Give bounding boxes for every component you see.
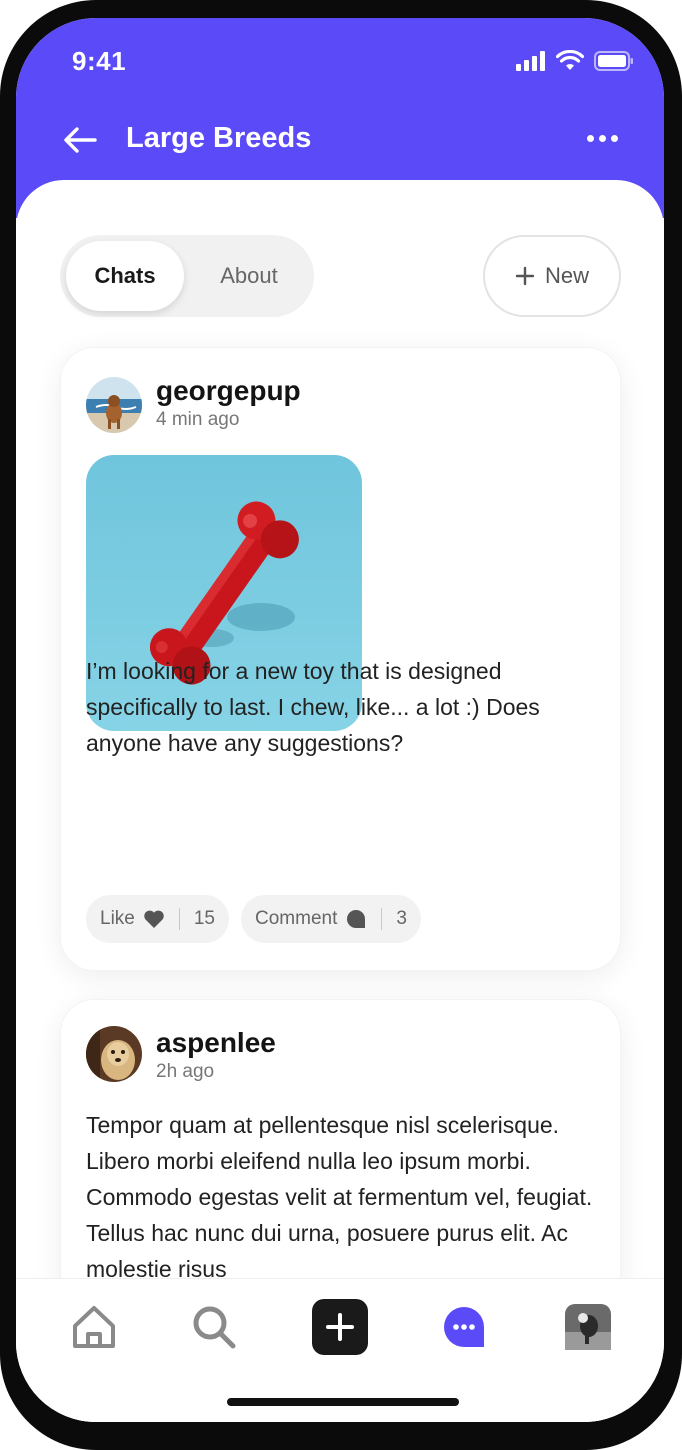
- tab-home[interactable]: [66, 1299, 122, 1355]
- avatar[interactable]: [86, 377, 142, 433]
- profile-avatar: [565, 1304, 611, 1350]
- back-arrow-icon: [64, 127, 97, 153]
- screen: 9:41 Large Breeds Chats About New george…: [16, 18, 664, 1422]
- tab-chats[interactable]: Chats: [66, 241, 184, 311]
- content-area: Chats About New georgepup 4 min ago I’m …: [16, 180, 664, 1422]
- like-button[interactable]: Like 15: [86, 895, 229, 943]
- new-button-label: New: [544, 263, 589, 288]
- like-count: 15: [193, 908, 215, 929]
- home-indicator: [227, 1398, 459, 1406]
- back-button[interactable]: [60, 120, 100, 160]
- post-text: Tempor quam at pellentesque nisl sceleri…: [86, 1112, 593, 1282]
- new-post-button[interactable]: New: [483, 235, 621, 317]
- comment-bubble-icon: [347, 910, 366, 928]
- home-icon: [73, 1306, 115, 1348]
- post-username[interactable]: aspenlee: [156, 1027, 276, 1059]
- phone-frame: 9:41 Large Breeds Chats About New george…: [0, 0, 682, 1450]
- battery-icon: [594, 50, 633, 71]
- post-username[interactable]: georgepup: [156, 375, 301, 407]
- heart-icon: [144, 910, 164, 928]
- tab-about[interactable]: About: [190, 241, 308, 311]
- signal-icon: [516, 50, 545, 71]
- like-label: Like: [100, 908, 135, 929]
- wifi-icon: [556, 50, 584, 70]
- more-dot-icon: [586, 134, 594, 142]
- status-time: 9:41: [72, 46, 127, 76]
- chat-icon: [444, 1307, 484, 1347]
- comment-count: 3: [396, 908, 407, 929]
- post-text: I’m looking for a new toy that is design…: [86, 658, 540, 756]
- post-card[interactable]: georgepup 4 min ago I’m looking for a ne…: [60, 347, 621, 971]
- avatar[interactable]: [86, 1026, 142, 1082]
- tab-search[interactable]: [186, 1299, 242, 1355]
- divider: [381, 908, 383, 930]
- more-options-button[interactable]: [584, 124, 620, 152]
- comment-button[interactable]: Comment 3: [241, 895, 421, 943]
- more-dot-icon: [610, 134, 618, 142]
- avatar-golden-dog-image: [86, 1026, 142, 1082]
- page-title: Large Breeds: [126, 122, 312, 154]
- post-time: 4 min ago: [156, 409, 240, 430]
- tab-add[interactable]: [312, 1299, 368, 1355]
- status-icons: [516, 50, 634, 71]
- tab-profile[interactable]: [560, 1299, 616, 1355]
- search-icon: [193, 1306, 236, 1349]
- nav-row: Large Breeds: [16, 116, 664, 164]
- post-time: 2h ago: [156, 1061, 215, 1082]
- avatar-dog-beach-image: [86, 377, 142, 433]
- comment-label: Comment: [255, 908, 338, 929]
- tab-chats[interactable]: [436, 1299, 492, 1355]
- plus-icon: [515, 266, 535, 286]
- segmented-control: Chats About: [60, 235, 314, 317]
- add-icon: [312, 1299, 368, 1355]
- divider: [178, 908, 180, 930]
- more-dot-icon: [598, 134, 606, 142]
